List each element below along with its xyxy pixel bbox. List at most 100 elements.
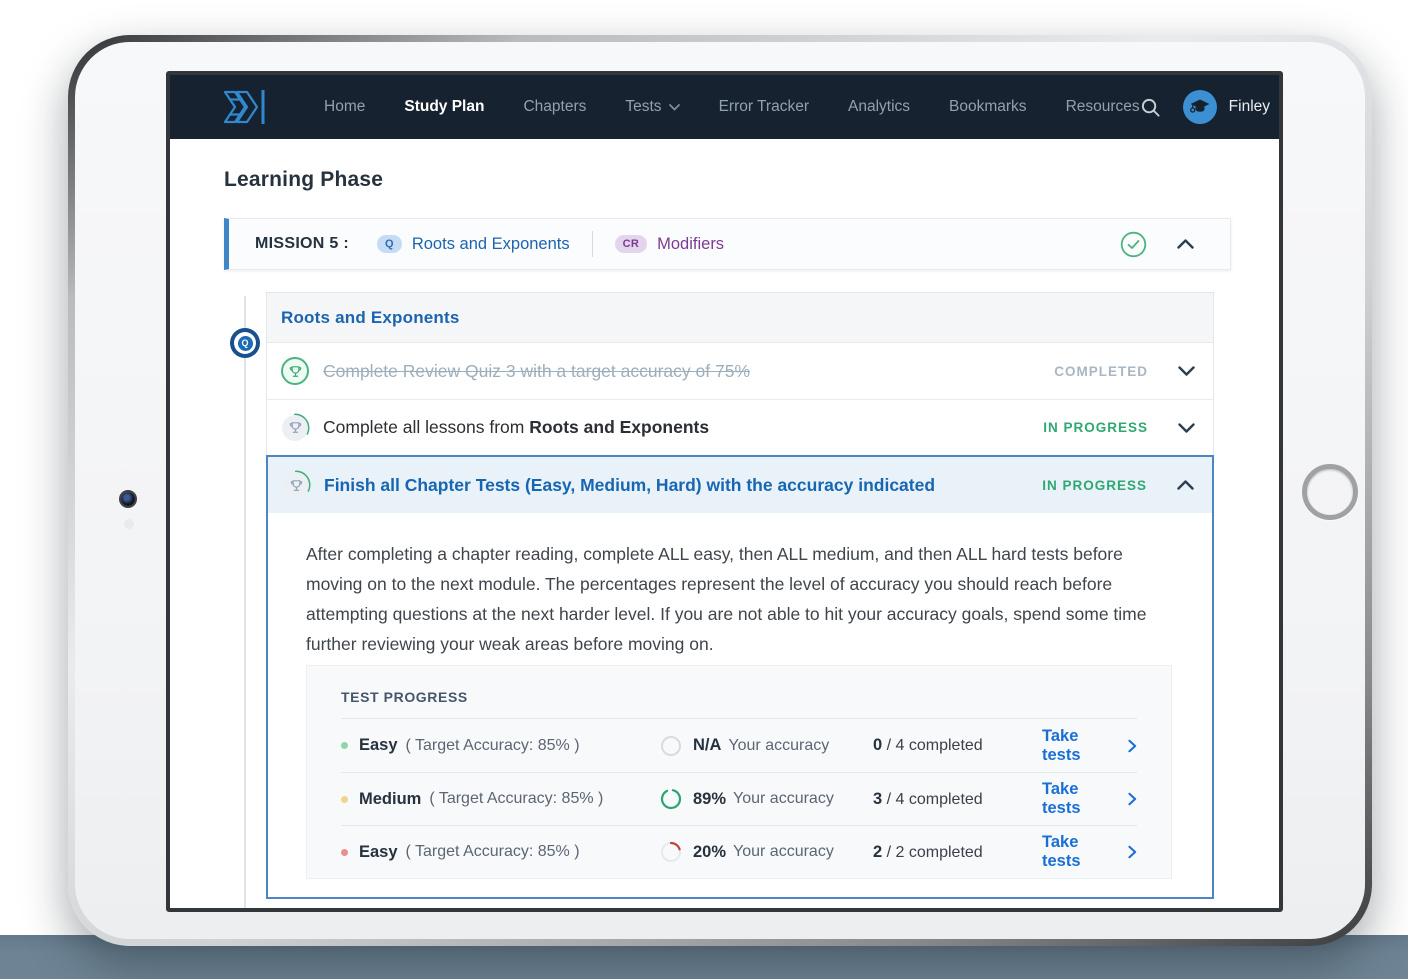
mission-subject-verbal[interactable]: Modifiers <box>657 235 724 254</box>
nav-item-bookmarks[interactable]: Bookmarks <box>949 98 1027 116</box>
task-description: After completing a chapter reading, comp… <box>306 539 1172 659</box>
nav-item-tests[interactable]: Tests <box>625 98 679 116</box>
target-accuracy: ( Target Accuracy: 85% ) <box>429 790 603 808</box>
accuracy-value: N/A <box>693 736 721 755</box>
level-name: Easy <box>359 843 398 862</box>
take-tests-label: Take tests <box>1042 833 1117 871</box>
test-progress-row: Easy ( Target Accuracy: 85% ) 20% <box>341 825 1137 878</box>
quant-badge: Q <box>377 235 402 253</box>
completed-cell: 2 / 2 completed <box>873 843 1042 862</box>
level-name: Medium <box>359 790 421 809</box>
section-header: Roots and Exponents <box>267 293 1213 343</box>
camera-lens <box>121 492 135 506</box>
graduation-cap-icon <box>1188 95 1212 119</box>
accuracy-ring-icon <box>660 788 682 810</box>
task-status-badge: COMPLETED <box>1054 364 1148 379</box>
task-status-badge: IN PROGRESS <box>1043 420 1148 435</box>
test-progress-panel: TEST PROGRESS Easy ( Target Accuracy: 85… <box>306 665 1172 879</box>
task-row-lessons[interactable]: Complete all lessons from Roots and Expo… <box>267 399 1213 455</box>
accuracy-ring-icon <box>660 735 682 757</box>
level-dot-icon <box>341 796 348 803</box>
accuracy-label: Your accuracy <box>728 737 829 755</box>
expand-task-button[interactable] <box>1178 423 1195 433</box>
chevron-right-icon <box>1128 845 1137 859</box>
accuracy-label: Your accuracy <box>733 790 834 808</box>
home-button[interactable] <box>1302 464 1358 520</box>
avatar[interactable] <box>1183 90 1217 124</box>
task-row-chapter-tests[interactable]: Finish all Chapter Tests (Easy, Medium, … <box>268 457 1212 513</box>
nav-item-resources[interactable]: Resources <box>1066 98 1140 116</box>
nav-links: Home Study Plan Chapters Tests Error Tra… <box>324 98 1140 116</box>
accuracy-ring-icon <box>660 841 682 863</box>
chevron-right-icon <box>1128 739 1137 753</box>
nav-item-error-tracker[interactable]: Error Tracker <box>719 98 809 116</box>
task-text: Complete all lessons from Roots and Expo… <box>323 417 709 438</box>
accuracy-cell: 20% Your accuracy <box>660 841 873 863</box>
accuracy-cell: 89% Your accuracy <box>660 788 873 810</box>
collapse-task-button[interactable] <box>1177 480 1194 490</box>
check-circle-icon <box>1120 231 1147 258</box>
app-screen: Home Study Plan Chapters Tests Error Tra… <box>166 71 1283 912</box>
task-row-review-quiz[interactable]: Complete Review Quiz 3 with a target acc… <box>267 343 1213 399</box>
nav-item-home[interactable]: Home <box>324 98 365 116</box>
search-icon[interactable] <box>1140 97 1161 118</box>
completed-total: / 4 completed <box>882 737 983 754</box>
task-text-bold: Roots and Exponents <box>529 417 709 437</box>
chevron-up-icon <box>1177 480 1194 490</box>
mission-label: MISSION 5 : <box>255 235 349 253</box>
completed-cell: 0 / 4 completed <box>873 736 1042 755</box>
mission-header-card[interactable]: MISSION 5 : Q Roots and Exponents CR Mod… <box>224 218 1231 270</box>
take-tests-link[interactable]: Take tests <box>1042 780 1137 818</box>
completed-count: 3 <box>873 790 882 808</box>
level-cell: Easy ( Target Accuracy: 85% ) <box>341 843 660 862</box>
cr-badge: CR <box>615 235 648 253</box>
section-card: Roots and Exponents <box>266 292 1214 899</box>
user-name[interactable]: Finley <box>1229 98 1270 116</box>
nav-item-chapters[interactable]: Chapters <box>523 98 586 116</box>
study-plan-page: Q Learning Phase MISSION 5 : Q Roots and… <box>170 165 1279 912</box>
take-tests-label: Take tests <box>1042 780 1117 818</box>
divider <box>592 231 593 257</box>
tablet-bezel: Home Study Plan Chapters Tests Error Tra… <box>75 42 1365 939</box>
completed-total: / 4 completed <box>882 791 983 808</box>
mission-subject-quant[interactable]: Roots and Exponents <box>412 235 570 254</box>
mission-controls <box>1120 231 1210 258</box>
level-cell: Easy ( Target Accuracy: 85% ) <box>341 736 660 755</box>
accuracy-value: 20% <box>693 843 726 862</box>
chevron-up-icon[interactable] <box>1177 239 1194 249</box>
top-navbar: Home Study Plan Chapters Tests Error Tra… <box>170 75 1279 139</box>
test-progress-row: Medium ( Target Accuracy: 85% ) 89% Y <box>341 772 1137 825</box>
nav-item-analytics[interactable]: Analytics <box>848 98 910 116</box>
sensor-dot <box>124 519 134 529</box>
target-accuracy: ( Target Accuracy: 85% ) <box>406 737 580 755</box>
take-tests-link[interactable]: Take tests <box>1042 833 1137 871</box>
section-title: Roots and Exponents <box>281 308 460 328</box>
nav-item-study-plan[interactable]: Study Plan <box>404 98 484 116</box>
tablet-device-frame: Home Study Plan Chapters Tests Error Tra… <box>68 35 1372 946</box>
task-text: Complete Review Quiz 3 with a target acc… <box>323 361 750 382</box>
take-tests-label: Take tests <box>1042 727 1117 765</box>
trophy-progress-icon <box>281 470 311 500</box>
chevron-down-icon <box>1178 366 1195 376</box>
level-cell: Medium ( Target Accuracy: 85% ) <box>341 790 660 809</box>
take-tests-link[interactable]: Take tests <box>1042 727 1137 765</box>
target-accuracy: ( Target Accuracy: 85% ) <box>406 843 580 861</box>
level-dot-icon <box>341 742 348 749</box>
expand-task-button[interactable] <box>1178 366 1195 376</box>
brand-arrows-logo[interactable] <box>222 87 268 127</box>
accuracy-label: Your accuracy <box>733 843 834 861</box>
task-text: Finish all Chapter Tests (Easy, Medium, … <box>324 475 935 496</box>
quant-section-node: Q <box>230 328 260 358</box>
chevron-right-icon <box>1128 792 1137 806</box>
trophy-progress-icon <box>280 413 310 443</box>
completed-total: / 2 completed <box>882 844 983 861</box>
chevron-down-icon <box>669 104 680 111</box>
page-title: Learning Phase <box>224 165 1279 195</box>
mission-timeline-line <box>244 296 246 912</box>
chevron-down-icon <box>1178 423 1195 433</box>
nav-item-tests-label: Tests <box>625 98 661 116</box>
completed-count: 2 <box>873 843 882 861</box>
trophy-icon <box>280 356 310 386</box>
test-progress-row: Easy ( Target Accuracy: 85% ) N/A You <box>341 719 1137 772</box>
quant-node-badge: Q <box>238 336 253 351</box>
